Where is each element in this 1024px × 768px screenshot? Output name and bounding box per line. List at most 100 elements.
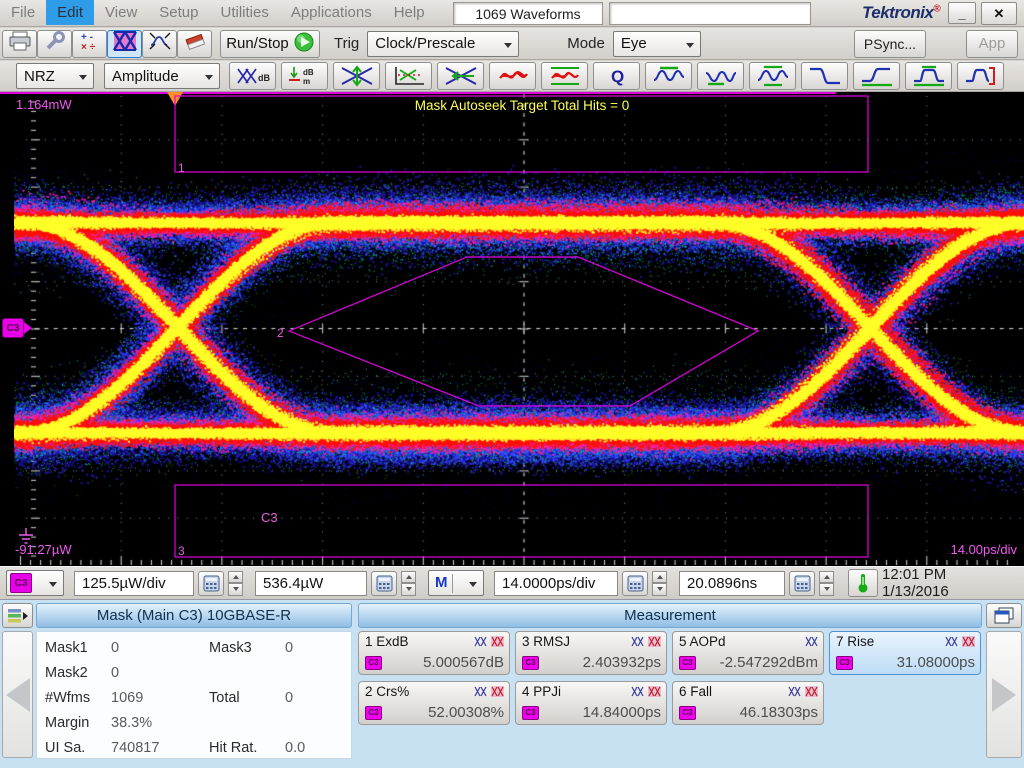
menu-bar: File Edit View Setup Utilities Applicati… [0, 0, 1024, 27]
menu-setup[interactable]: Setup [148, 0, 209, 25]
zoom-waveform-button[interactable] [142, 29, 177, 58]
run-icon [294, 32, 314, 56]
fall-time-icon [809, 67, 840, 85]
vertical-scale-field[interactable]: 125.5µW/div [74, 570, 194, 596]
measurement-cell-rmsj[interactable]: 3 RMSJ C3 2.403932ps [515, 631, 667, 675]
svg-text:dB: dB [258, 73, 270, 83]
vertical-offset-stepper[interactable] [401, 570, 416, 596]
step-up-icon[interactable] [401, 570, 416, 583]
meas-high-button[interactable] [645, 62, 692, 90]
horizontal-scale-field[interactable]: 14.0000ps/div [494, 570, 618, 596]
meas-extinction-ratio-button[interactable]: dB [229, 62, 276, 90]
meas-time-window-button[interactable] [957, 62, 1004, 90]
step-down-icon[interactable] [819, 583, 834, 596]
eye-diagram-icon [631, 636, 644, 647]
math-button[interactable]: + - × ÷ [72, 29, 107, 58]
mask-status-text: Mask Autoseek Target Total Hits = 0 [414, 98, 630, 113]
vertical-scale-stepper[interactable] [228, 570, 243, 596]
menu-view[interactable]: View [94, 0, 148, 25]
meas-eye-width-button[interactable] [437, 62, 484, 90]
step-up-icon[interactable] [819, 570, 834, 583]
measurement-panel-title: Measurement [358, 603, 982, 628]
results-area: Mask (Main C3) 10GBASE-R Mask1 0 Mask3 0 Ma… [0, 600, 1024, 768]
timebase-select[interactable]: M [428, 570, 484, 596]
meas-rise-time-button[interactable] [853, 62, 900, 90]
step-down-icon[interactable] [401, 583, 416, 596]
status-readout [609, 2, 811, 25]
mask-stats-row: Mask1 0 Mask3 0 [45, 639, 294, 656]
trace-label: C3 [261, 510, 278, 525]
measure-category-select[interactable]: Amplitude [104, 63, 220, 89]
temperature-button[interactable] [848, 569, 878, 597]
mask-test-icon [112, 29, 137, 56]
step-up-icon[interactable] [228, 570, 243, 583]
chevron-down-icon [205, 75, 213, 80]
mode-label: Mode [567, 35, 605, 52]
run-stop-button[interactable]: Run/Stop [220, 29, 320, 58]
minimize-button[interactable]: _ [948, 2, 976, 24]
horizontal-position-keypad-button[interactable] [789, 570, 815, 596]
meas-avg-power-button[interactable]: dB m [281, 62, 328, 90]
horizontal-position-stepper[interactable] [819, 570, 834, 596]
step-down-icon[interactable] [228, 583, 243, 596]
measurement-cell-fall[interactable]: 6 Fall C3 46.18303ps [672, 681, 824, 725]
mode-value: Eye [620, 35, 647, 52]
measurement-cell-ppji[interactable]: 4 PPJi C3 14.84000ps [515, 681, 667, 725]
run-stop-label: Run/Stop [226, 35, 289, 52]
prev-page-button[interactable] [2, 631, 33, 758]
mode-select[interactable]: Eye [612, 30, 701, 57]
page-setup-button[interactable] [37, 29, 72, 58]
horizontal-scale-keypad-button[interactable] [622, 570, 648, 596]
vertical-offset-keypad-button[interactable] [371, 570, 397, 596]
measurement-cell-rise[interactable]: 7 Rise C3 31.08000ps [829, 631, 981, 675]
arrow-left-icon [5, 677, 30, 712]
signal-type-select[interactable]: NRZ [16, 63, 94, 89]
datetime-readout: 12:01 PM 1/13/2016 [882, 566, 949, 600]
mask-hits-icon [805, 686, 818, 697]
meas-eye-height-button[interactable] [333, 62, 380, 90]
meas-amplitude-button[interactable] [905, 62, 952, 90]
windows-icon [994, 607, 1014, 624]
menu-help[interactable]: Help [383, 0, 436, 25]
mask2-region [287, 256, 760, 407]
meas-crossing-button[interactable] [385, 62, 432, 90]
menu-edit[interactable]: Edit [46, 0, 95, 25]
channel-select[interactable]: C3 [6, 570, 64, 596]
meas-high-low-button[interactable] [749, 62, 796, 90]
step-up-icon[interactable] [652, 570, 667, 583]
thermometer-icon [858, 574, 868, 593]
menu-file[interactable]: File [0, 0, 46, 25]
vertical-scale-keypad-button[interactable] [198, 570, 224, 596]
app-button[interactable]: App [966, 29, 1018, 58]
menu-utilities[interactable]: Utilities [209, 0, 279, 25]
source-badge: C3 [365, 705, 382, 720]
menu-applications[interactable]: Applications [280, 0, 383, 25]
vertical-offset-field[interactable]: 536.4µW [255, 570, 367, 596]
erase-button[interactable] [177, 29, 212, 58]
export-results-button[interactable] [2, 603, 33, 628]
channel-position-marker[interactable]: C3 [2, 318, 32, 338]
meas-low-button[interactable] [697, 62, 744, 90]
measurement-cell-exdb[interactable]: 1 ExdB C3 5.000567dB [358, 631, 510, 675]
horizontal-position-field[interactable]: 20.0896ns [679, 570, 785, 596]
meas-q-factor-button[interactable]: Q [593, 62, 640, 90]
psync-button[interactable]: PSync... [854, 29, 926, 58]
next-page-button[interactable] [986, 631, 1022, 758]
measurement-cell-crs[interactable]: 2 Crs% C3 52.00308% [358, 681, 510, 725]
meas-fall-time-button[interactable] [801, 62, 848, 90]
source-badge: C3 [522, 705, 539, 720]
source-badge: C3 [679, 655, 696, 670]
meas-jitter-rms-button[interactable] [489, 62, 536, 90]
jitter-pp-icon [550, 67, 579, 85]
meas-jitter-pp-button[interactable] [541, 62, 588, 90]
trigger-source-select[interactable]: Clock/Prescale [367, 30, 520, 57]
mask-test-button[interactable] [107, 29, 142, 58]
avg-optical-power-dbm-icon: dBm [288, 67, 313, 86]
print-button[interactable] [2, 29, 37, 58]
step-down-icon[interactable] [652, 583, 667, 596]
source-badge: C3 [679, 705, 696, 720]
panel-layout-button[interactable] [986, 603, 1022, 628]
close-button[interactable]: ✕ [981, 2, 1017, 25]
measurement-cell-aopd[interactable]: 5 AOPd C3 -2.547292dBm [672, 631, 824, 675]
horizontal-scale-stepper[interactable] [652, 570, 667, 596]
